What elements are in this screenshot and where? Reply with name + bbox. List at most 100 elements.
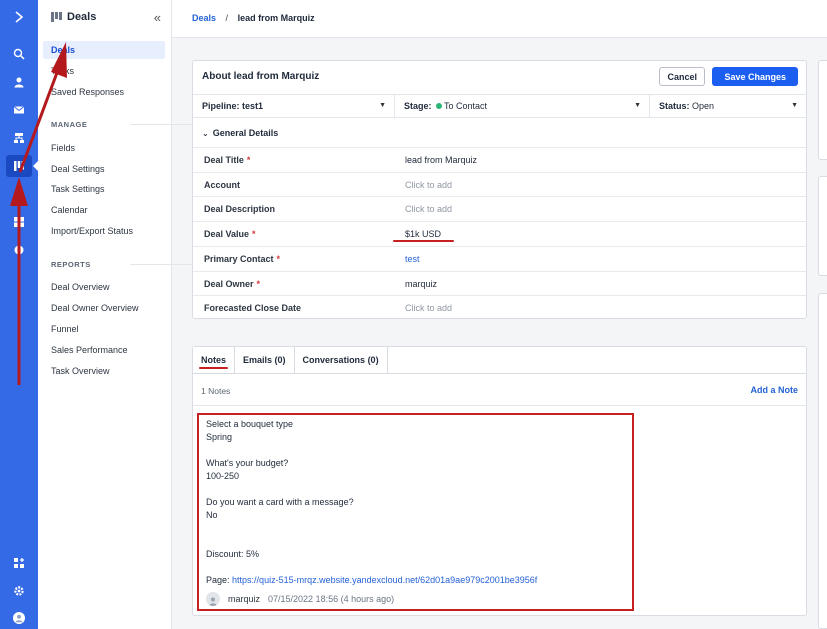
breadcrumb-current: lead from Marquiz bbox=[237, 13, 315, 23]
divider bbox=[130, 124, 195, 125]
field-value[interactable]: Click to add bbox=[405, 204, 452, 214]
divider bbox=[193, 405, 806, 406]
note-timestamp: 07/15/2022 18:56 (4 hours ago) bbox=[268, 594, 395, 604]
icon-rail bbox=[0, 0, 39, 629]
field-label: Primary Contact * bbox=[204, 253, 281, 264]
reports-icon[interactable] bbox=[6, 211, 32, 233]
deals-icon bbox=[51, 12, 62, 22]
manage-heading: MANAGE bbox=[51, 120, 88, 129]
note-page-line: Page: https://quiz-515-mrqz.website.yand… bbox=[206, 575, 538, 585]
divider bbox=[130, 264, 195, 265]
pipeline-select[interactable]: Pipeline: test1 ▼ bbox=[193, 95, 394, 117]
sidebar-item-funnel[interactable]: Funnel bbox=[43, 320, 165, 338]
reports-heading: REPORTS bbox=[51, 260, 91, 269]
cancel-button[interactable]: Cancel bbox=[659, 67, 705, 86]
field-value[interactable]: test bbox=[405, 254, 420, 264]
note-line: No bbox=[206, 510, 218, 520]
field-label: Forecasted Close Date bbox=[204, 303, 302, 314]
required-asterisk: * bbox=[256, 278, 261, 289]
required-asterisk: * bbox=[252, 229, 256, 240]
sidebar-item-saved-responses[interactable]: Saved Responses bbox=[43, 83, 165, 101]
field-value[interactable]: Click to add bbox=[405, 180, 452, 190]
divider bbox=[193, 373, 806, 374]
breadcrumb-bar: Deals / lead from Marquiz bbox=[172, 0, 827, 38]
sidebar-item-calendar[interactable]: Calendar bbox=[43, 201, 165, 219]
author-avatar-icon bbox=[206, 592, 220, 606]
breadcrumb: Deals / lead from Marquiz bbox=[192, 13, 315, 23]
automation-icon[interactable] bbox=[6, 127, 32, 149]
note-line: Spring bbox=[206, 432, 233, 442]
sidebar-item-task-overview[interactable]: Task Overview bbox=[43, 362, 165, 380]
required-asterisk: * bbox=[246, 155, 251, 165]
sidebar-item-deals[interactable]: Deals bbox=[43, 41, 165, 59]
note-meta: marquiz 07/15/2022 18:56 (4 hours ago) bbox=[206, 592, 394, 606]
note-line: 100-250 bbox=[206, 471, 240, 481]
field-label: Deal Value * bbox=[204, 229, 256, 240]
field-label: Deal Description bbox=[204, 204, 276, 215]
field-row: Primary Contact * test bbox=[193, 245, 806, 271]
sidebar-item-deal-overview[interactable]: Deal Overview bbox=[43, 278, 165, 296]
collapse-sidebar-icon[interactable]: « bbox=[154, 10, 161, 25]
chevron-down-icon: ⌄ bbox=[202, 129, 209, 138]
field-value[interactable]: Click to add bbox=[405, 303, 452, 313]
pipeline-stage-status-row: Pipeline: test1 ▼ Stage: To Contact ▼ St… bbox=[193, 94, 806, 118]
note-line: Do you want a card with a message? bbox=[206, 497, 354, 507]
sidebar-title: Deals bbox=[51, 11, 96, 23]
gear-icon[interactable] bbox=[6, 580, 32, 602]
deals-icon[interactable] bbox=[6, 155, 32, 177]
logo-chevron-icon[interactable] bbox=[6, 6, 32, 28]
field-label: Account bbox=[204, 179, 240, 190]
deal-card-title: About lead from Marquiz bbox=[202, 71, 320, 82]
tab-notes[interactable]: Notes bbox=[193, 347, 236, 374]
tab-conversations[interactable]: Conversations (0) bbox=[294, 347, 388, 374]
contacts-icon[interactable] bbox=[6, 71, 32, 93]
apps-icon[interactable] bbox=[6, 552, 32, 574]
side-panel bbox=[818, 176, 827, 276]
field-value[interactable]: $1k USD bbox=[405, 229, 441, 239]
user-avatar-icon[interactable] bbox=[6, 607, 32, 629]
settings-icon[interactable] bbox=[6, 239, 32, 261]
sidebar-item-task-settings[interactable]: Task Settings bbox=[43, 180, 165, 198]
annotation-underline bbox=[393, 240, 454, 242]
sidebar-item-deal-owner-overview[interactable]: Deal Owner Overview bbox=[43, 299, 165, 317]
tab-emails[interactable]: Emails (0) bbox=[235, 347, 295, 374]
deals-sidebar: Deals « Deals Tasks Saved Responses MANA… bbox=[38, 0, 195, 629]
field-row: Deal Title * lead from Marquiz bbox=[193, 147, 806, 172]
note-line: Discount: 5% bbox=[206, 549, 260, 559]
notes-count: 1 Notes bbox=[201, 386, 231, 396]
add-note-link[interactable]: Add a Note bbox=[750, 385, 798, 395]
note-line: Select a bouquet type bbox=[206, 419, 294, 429]
field-label: Deal Title * bbox=[204, 155, 251, 165]
note-author: marquiz bbox=[228, 594, 261, 604]
note-line: What's your budget? bbox=[206, 458, 289, 468]
sidebar-item-fields[interactable]: Fields bbox=[43, 139, 165, 157]
annotation-underline bbox=[199, 367, 228, 369]
search-icon[interactable] bbox=[6, 43, 32, 65]
field-value[interactable]: marquiz bbox=[405, 279, 437, 289]
sidebar-item-sales-performance[interactable]: Sales Performance bbox=[43, 341, 165, 359]
notes-card: Notes Emails (0) Conversations (0) 1 Not… bbox=[192, 346, 807, 616]
email-icon[interactable] bbox=[6, 99, 32, 121]
save-changes-button[interactable]: Save Changes bbox=[712, 67, 798, 86]
stage-color-dot bbox=[436, 103, 443, 109]
breadcrumb-deals-link[interactable]: Deals bbox=[192, 13, 216, 23]
field-row: Forecasted Close Date Click to add bbox=[193, 295, 806, 320]
sidebar-item-deal-settings[interactable]: Deal Settings bbox=[43, 160, 165, 178]
side-panel bbox=[818, 293, 827, 629]
deal-details-card: About lead from Marquiz Cancel Save Chan… bbox=[192, 60, 807, 319]
sidebar-item-tasks[interactable]: Tasks bbox=[43, 62, 165, 80]
general-details-toggle[interactable]: ⌄ General Details bbox=[202, 128, 278, 138]
status-select[interactable]: Status: Open ▼ bbox=[650, 95, 806, 117]
breadcrumb-separator: / bbox=[225, 13, 229, 23]
field-label: Deal Owner * bbox=[204, 278, 261, 289]
field-value[interactable]: lead from Marquiz bbox=[405, 155, 477, 165]
caret-down-icon: ▼ bbox=[379, 102, 386, 109]
field-row: Deal Value * $1k USD bbox=[193, 221, 806, 246]
caret-down-icon: ▼ bbox=[634, 102, 641, 109]
activity-tabs: Notes Emails (0) Conversations (0) bbox=[193, 347, 388, 374]
stage-select[interactable]: Stage: To Contact ▼ bbox=[395, 95, 649, 117]
field-row: Deal Owner * marquiz bbox=[193, 270, 806, 296]
sidebar-item-import-export-status[interactable]: Import/Export Status bbox=[43, 222, 165, 240]
note-page-link[interactable]: https://quiz-515-mrqz.website.yandexclou… bbox=[232, 575, 537, 585]
note-item[interactable]: Select a bouquet type Spring What's your… bbox=[197, 413, 634, 611]
